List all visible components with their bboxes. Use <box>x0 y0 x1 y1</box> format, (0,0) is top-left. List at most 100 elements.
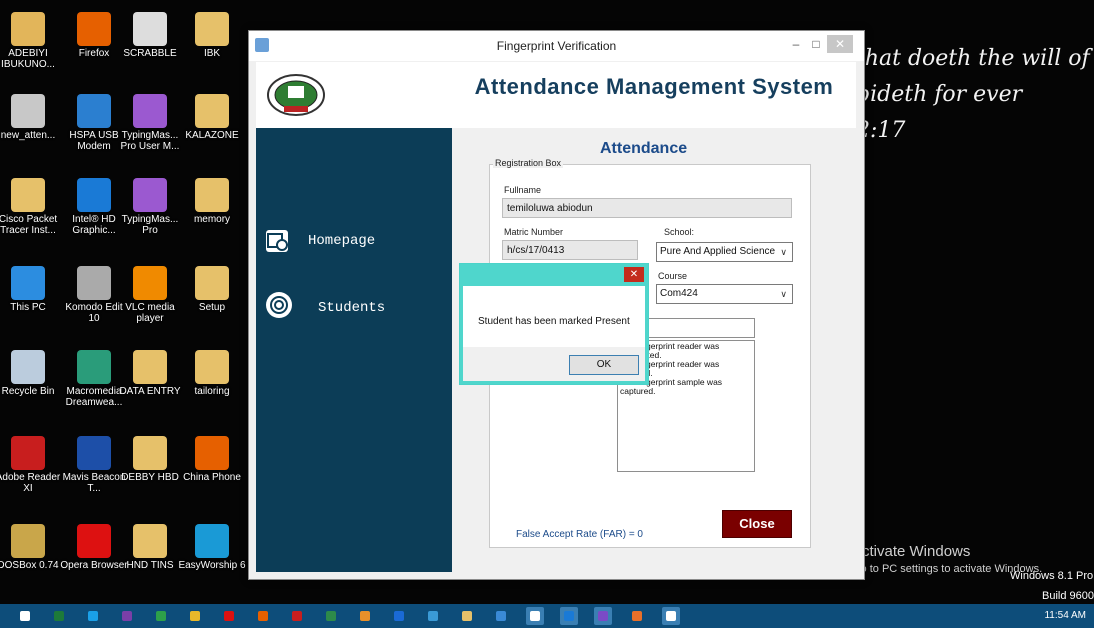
desktop-icon-label: Adobe Reader XI <box>0 472 61 494</box>
desktop-icon-label: Cisco Packet Tracer Inst... <box>0 214 58 236</box>
message-dialog-titlebar[interactable]: ✕ <box>460 264 648 286</box>
desktop-icon[interactable]: memory <box>178 174 246 250</box>
desktop-icon[interactable]: China Phone <box>178 432 246 508</box>
desktop-icon[interactable]: Adobe Reader XI <box>0 432 62 508</box>
activate-windows-title: Activate Windows <box>852 543 971 560</box>
ok-button[interactable]: OK <box>569 355 639 375</box>
onenote-icon[interactable] <box>118 607 136 625</box>
desktop-icon[interactable]: DOSBox 0.74 <box>0 520 62 596</box>
desktop-icon-label: TypingMas... Pro <box>121 214 179 236</box>
wallpaper-verse-line-1: that doeth the will of <box>856 46 1090 71</box>
chrome-icon[interactable] <box>152 607 170 625</box>
logo-box <box>256 62 452 130</box>
desktop-icon[interactable]: TypingMas... Pro <box>116 174 184 250</box>
c-drive-icon[interactable] <box>526 607 544 625</box>
firefox-icon[interactable] <box>254 607 272 625</box>
nav-students-label: Students <box>318 300 386 316</box>
excel-icon[interactable] <box>50 607 68 625</box>
xampp-icon-glyph <box>632 611 642 621</box>
firefox-icon <box>77 12 111 46</box>
easyworship-icon <box>195 524 229 558</box>
message-dialog: ✕ Student has been marked Present OK <box>459 263 649 385</box>
desktop-icon[interactable]: HND TINS <box>116 520 184 596</box>
desktop-icon[interactable]: ADEBIYI IBUKUNO... <box>0 8 62 84</box>
adobe-reader-icon <box>11 436 45 470</box>
teamviewer-icon[interactable] <box>390 607 408 625</box>
window-icon-glyph <box>666 611 676 621</box>
nav-homepage-label: Homepage <box>308 233 376 249</box>
desktop-icon[interactable]: TypingMas... Pro User M... <box>116 90 184 166</box>
desktop-icon-label: DATA ENTRY <box>119 386 181 397</box>
desktop-icon-label: memory <box>193 214 231 225</box>
desktop-icon-label: DOSBox 0.74 <box>0 560 59 571</box>
dosbox-icon <box>11 524 45 558</box>
attendance-heading: Attendance <box>600 140 688 157</box>
fullname-field[interactable]: temiloluwa abiodun <box>502 198 792 218</box>
desktop-icon-label: Recycle Bin <box>1 386 55 397</box>
desktop-icon-label: China Phone <box>183 472 241 483</box>
start-icon[interactable] <box>16 607 34 625</box>
clock[interactable]: 11:54 AM <box>1044 610 1086 621</box>
desktop-icon[interactable]: EasyWorship 6 <box>178 520 246 596</box>
project-icon-glyph <box>326 611 336 621</box>
desktop-icon-label: Setup <box>198 302 226 313</box>
firefox-icon <box>195 436 229 470</box>
desktop-icon[interactable]: new_atten... <box>0 90 62 166</box>
recycle-bin-icon <box>11 350 45 384</box>
photos-icon[interactable] <box>424 607 442 625</box>
desktop-icon[interactable]: This PC <box>0 262 62 338</box>
xampp-icon[interactable] <box>628 607 646 625</box>
adobe-reader-icon[interactable] <box>288 607 306 625</box>
app-title: Attendance Management System <box>474 74 834 99</box>
edge-icon-glyph <box>564 611 574 621</box>
user-folder-icon <box>11 12 45 46</box>
fingerprint-icon <box>266 292 292 318</box>
desktop-icon[interactable]: Cisco Packet Tracer Inst... <box>0 174 62 250</box>
ie-icon[interactable] <box>84 607 102 625</box>
message-dialog-close-button[interactable]: ✕ <box>624 267 644 282</box>
explorer-icon[interactable] <box>458 607 476 625</box>
sublime-icon[interactable] <box>356 607 374 625</box>
desktop-icon-label: HND TINS <box>126 560 174 571</box>
close-button[interactable]: Close <box>722 510 792 538</box>
opera-icon <box>77 524 111 558</box>
sidebar: Homepage Students <box>256 62 452 572</box>
desktop-icon-label: TypingMas... Pro User M... <box>120 130 180 152</box>
desktop-icon[interactable]: Setup <box>178 262 246 338</box>
desktop-icon[interactable]: Recycle Bin <box>0 346 62 422</box>
folder-icon <box>195 94 229 128</box>
vlc-icon <box>133 266 167 300</box>
course-select[interactable]: Com424 ∨ <box>656 284 793 304</box>
desktop-icon-label: This PC <box>10 302 46 313</box>
desktop-icon[interactable]: SCRABBLE <box>116 8 184 84</box>
folder-icon <box>133 350 167 384</box>
window-titlebar[interactable]: Fingerprint Verification – □ ✕ <box>249 31 864 61</box>
opera-icon[interactable] <box>220 607 238 625</box>
windows-edition: Windows 8.1 Pro <box>1010 570 1094 582</box>
school-label: School: <box>664 227 695 237</box>
minimize-button[interactable]: – <box>787 35 805 53</box>
window-icon[interactable] <box>662 607 680 625</box>
maximize-button[interactable]: □ <box>807 35 825 53</box>
folder-icon <box>195 266 229 300</box>
matric-number-field[interactable]: h/cs/17/0413 <box>502 240 638 260</box>
project-icon[interactable] <box>322 607 340 625</box>
school-select[interactable]: Pure And Applied Science ∨ <box>656 242 793 262</box>
calculator-icon-glyph <box>496 611 506 621</box>
teamviewer-icon-glyph <box>394 611 404 621</box>
desktop-icon[interactable]: KALAZONE <box>178 90 246 166</box>
visual-studio-icon[interactable] <box>594 607 612 625</box>
desktop-icon[interactable]: DATA ENTRY <box>116 346 184 422</box>
calculator-icon[interactable] <box>492 607 510 625</box>
start-icon-glyph <box>20 611 30 621</box>
desktop-icon[interactable]: IBK <box>178 8 246 84</box>
edge-icon[interactable] <box>560 607 578 625</box>
globe-icon <box>77 94 111 128</box>
desktop-icon[interactable]: DEBBY HBD <box>116 432 184 508</box>
desktop-icon[interactable]: tailoring <box>178 346 246 422</box>
chrome-icon[interactable] <box>186 607 204 625</box>
close-window-button[interactable]: ✕ <box>827 35 853 53</box>
project-file-icon <box>11 94 45 128</box>
desktop-icon[interactable]: VLC media player <box>116 262 184 338</box>
desktop-icon-label: new_atten... <box>0 130 56 141</box>
